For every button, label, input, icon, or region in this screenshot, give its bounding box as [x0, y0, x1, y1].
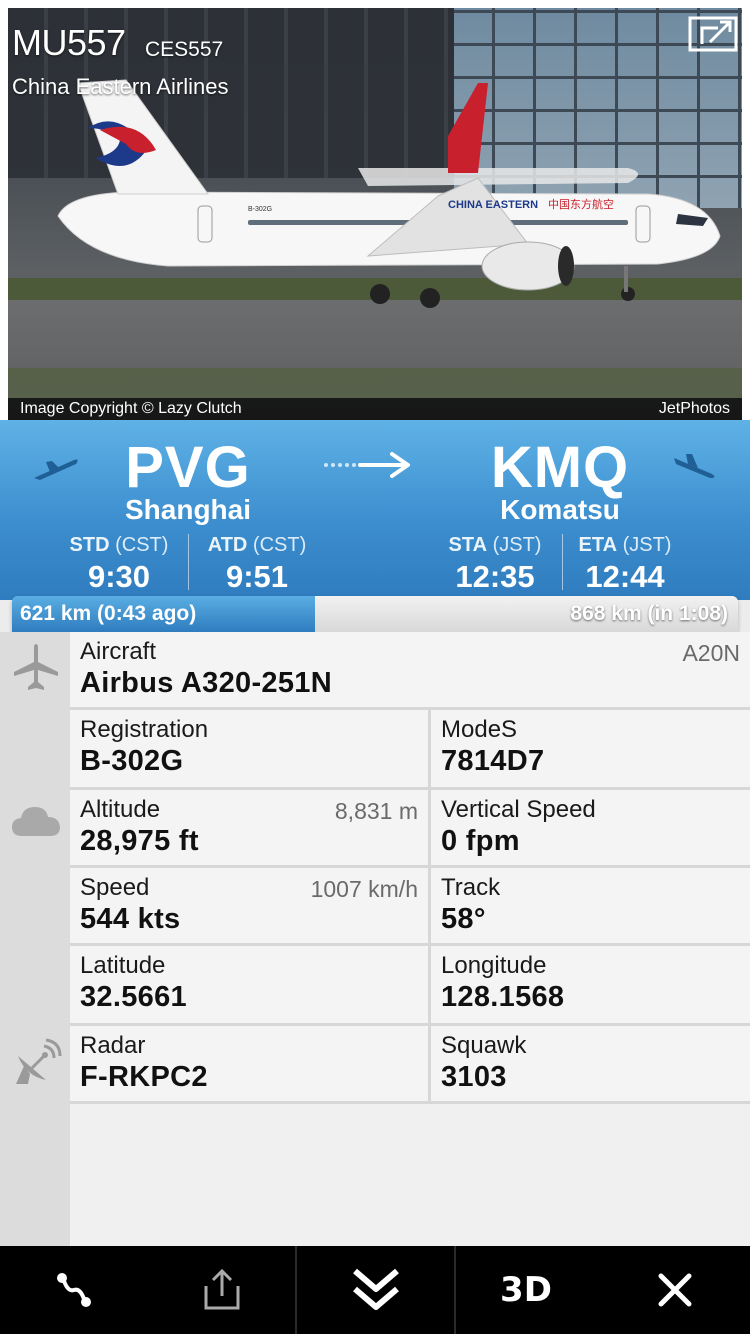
- aircraft-label: Aircraft: [80, 638, 157, 665]
- vertical-speed-cell[interactable]: Vertical Speed 0 fpm: [431, 790, 750, 868]
- atd-value: 9:51: [225, 559, 289, 594]
- std-tz: (CST): [115, 534, 169, 556]
- flight-progress-bar: 621 km (0:43 ago) 868 km (in 1:08): [12, 596, 738, 632]
- squawk-label: Squawk: [441, 1032, 527, 1059]
- track-label: Track: [441, 874, 501, 901]
- aircraft-type-code: A20N: [682, 640, 740, 666]
- livery-text-cn: 中国东方航空: [548, 197, 614, 211]
- destination-code[interactable]: KMQ: [430, 434, 690, 501]
- livery-text: CHINA EASTERN: [448, 199, 538, 211]
- modes-cell[interactable]: ModeS 7814D7: [431, 710, 750, 790]
- close-button[interactable]: [600, 1246, 750, 1334]
- expand-icon[interactable]: [688, 14, 740, 54]
- longitude-cell[interactable]: Longitude 128.1568: [431, 946, 750, 1026]
- image-source[interactable]: JetPhotos: [659, 398, 730, 420]
- sta-label: STA: [448, 534, 488, 556]
- radar-value: F-RKPC2: [80, 1061, 208, 1093]
- eta-time: ETA (JST) 12:44: [570, 534, 680, 595]
- std-label: STD: [69, 534, 110, 556]
- aircraft-photo-panel[interactable]: CHINA EASTERN 中国东方航空 B-302G MU557 CES557…: [0, 0, 750, 420]
- latitude-cell[interactable]: Latitude 32.5661: [70, 946, 428, 1026]
- origin-city: Shanghai: [124, 494, 251, 525]
- modes-label: ModeS: [441, 716, 518, 743]
- route-banner: PVG Shanghai KMQ Komatsu STD (CST) 9:30 …: [0, 420, 750, 600]
- airplane-icon: [14, 644, 58, 690]
- speed-metric: 1007 km/h: [310, 876, 418, 902]
- view-3d-button[interactable]: 3D: [456, 1246, 596, 1334]
- airline-name: China Eastern Airlines: [12, 74, 229, 99]
- share-button[interactable]: [148, 1246, 296, 1334]
- vertical-speed-label: Vertical Speed: [441, 796, 596, 823]
- radar-label: Radar: [80, 1032, 146, 1059]
- latitude-label: Latitude: [80, 952, 166, 979]
- column-divider: [428, 710, 431, 1104]
- aircraft-photo[interactable]: CHINA EASTERN 中国东方航空 B-302G MU557 CES557…: [8, 8, 742, 420]
- details-sidebar: [0, 632, 70, 1246]
- atd-tz: (CST): [252, 534, 307, 556]
- eta-tz: (JST): [622, 534, 672, 556]
- squawk-cell[interactable]: Squawk 3103: [431, 1026, 750, 1104]
- longitude-value: 128.1568: [441, 981, 565, 1013]
- sta-tz: (JST): [492, 534, 542, 556]
- latitude-value: 32.5661: [80, 981, 187, 1013]
- route-arrow-icon: [324, 452, 410, 478]
- flight-details: Aircraft Airbus A320-251N A20N Registrat…: [0, 632, 750, 1246]
- close-icon: [658, 1273, 692, 1307]
- share-icon: [204, 1268, 240, 1310]
- track-value: 58°: [441, 903, 486, 935]
- speed-cell[interactable]: Speed 544 kts 1007 km/h: [70, 868, 428, 946]
- aircraft-value: Airbus A320-251N: [80, 667, 332, 699]
- sta-value: 12:35: [455, 559, 535, 594]
- image-credit: Image Copyright © Lazy Clutch: [20, 400, 242, 417]
- sta-time: STA (JST) 12:35: [440, 534, 550, 595]
- registration-value: B-302G: [80, 745, 184, 777]
- radar-dish-icon: [16, 1038, 62, 1084]
- radar-cell[interactable]: Radar F-RKPC2: [70, 1026, 428, 1104]
- speed-value: 544 kts: [80, 903, 181, 935]
- flight-number: MU557: [12, 22, 126, 63]
- atd-time: ATD (CST) 9:51: [202, 534, 312, 595]
- longitude-label: Longitude: [441, 952, 547, 979]
- time-divider: [188, 534, 189, 590]
- distance-flown: 621 km (0:43 ago): [20, 602, 197, 625]
- callsign: CES557: [145, 38, 224, 61]
- destination-city: Komatsu: [500, 494, 620, 525]
- altitude-value: 28,975 ft: [80, 825, 199, 857]
- registration-cell[interactable]: Registration B-302G: [70, 710, 428, 790]
- airplane-illustration: CHINA EASTERN 中国东方航空 B-302G: [57, 79, 721, 308]
- eta-label: ETA: [578, 534, 618, 556]
- origin-code[interactable]: PVG: [58, 434, 318, 501]
- track-cell[interactable]: Track 58°: [431, 868, 750, 946]
- vertical-speed-value: 0 fpm: [441, 825, 520, 857]
- collapse-button[interactable]: [297, 1246, 454, 1334]
- aircraft-row[interactable]: Aircraft Airbus A320-251N A20N: [70, 632, 750, 710]
- distance-remaining: 868 km (in 1:08): [570, 602, 728, 625]
- altitude-metric: 8,831 m: [334, 798, 418, 824]
- eta-value: 12:44: [585, 559, 665, 594]
- view-3d-label: 3D: [500, 1270, 552, 1310]
- atd-label: ATD: [207, 534, 248, 556]
- fuselage-registration: B-302G: [248, 206, 272, 213]
- squawk-value: 3103: [441, 1061, 507, 1093]
- cloud-icon: [12, 807, 60, 836]
- time-divider: [562, 534, 563, 590]
- std-time: STD (CST) 9:30: [64, 534, 174, 595]
- chevron-double-down-icon: [352, 1268, 399, 1310]
- arrival-plane-icon: [674, 454, 715, 478]
- photo-caption: Image Copyright © Lazy Clutch JetPhotos: [8, 398, 742, 420]
- route-icon: [57, 1273, 91, 1307]
- altitude-cell[interactable]: Altitude 28,975 ft 8,831 m: [70, 790, 428, 868]
- std-value: 9:30: [87, 559, 151, 594]
- bottom-toolbar: 3D: [0, 1246, 750, 1334]
- registration-label: Registration: [80, 716, 209, 743]
- modes-value: 7814D7: [441, 745, 545, 777]
- route-button[interactable]: [0, 1246, 148, 1334]
